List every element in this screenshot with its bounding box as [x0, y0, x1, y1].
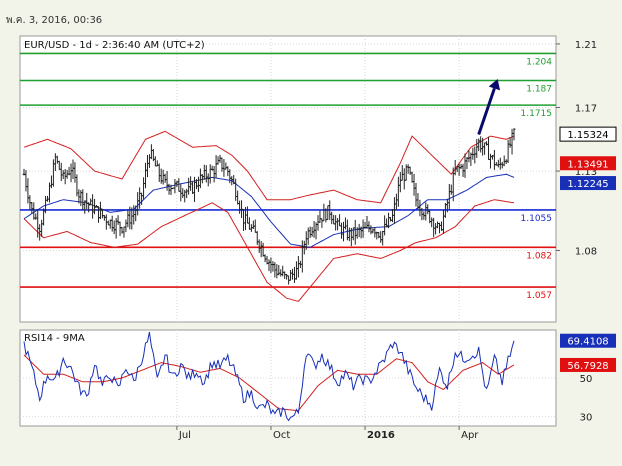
level-label: 1.187: [526, 84, 552, 94]
price-tag-label: 1.13491: [567, 159, 608, 170]
price-panel: [19, 35, 557, 323]
level-label: 1.204: [526, 57, 552, 67]
price-tick-label: 1.17: [575, 104, 597, 115]
level-label: 1.1715: [521, 109, 553, 119]
rsi-tag-label: 69.4108: [567, 337, 608, 348]
rsi-axis: 30 50 69.4108 56.7928: [560, 333, 616, 423]
price-tag-label: 1.15324: [567, 130, 608, 141]
price-tick-label: 1.21: [575, 40, 597, 51]
price-tag-label: 1.12245: [567, 179, 608, 190]
level-label: 1.1055: [521, 214, 553, 224]
price-chart-title: EUR/USD - 1d - 2:36:40 AM (UTC+2): [24, 40, 205, 51]
rsi-tick-label: 50: [580, 374, 593, 385]
level-label: 1.082: [526, 251, 552, 261]
rsi-chart-title: RSI14 - 9MA: [24, 333, 85, 344]
time-tick-label: Oct: [273, 430, 290, 441]
price-tick-label: 1.08: [575, 247, 597, 258]
time-axis: Jul Oct 2016 Apr: [176, 426, 479, 441]
time-tick-label: Jul: [178, 430, 191, 441]
rsi-tick-label: 30: [580, 412, 593, 423]
time-tick-label: Apr: [461, 430, 479, 441]
level-label: 1.057: [526, 291, 552, 301]
time-tick-label: 2016: [367, 430, 395, 441]
price-axis: 1.081.131.171.211.153241.134911.12245: [556, 40, 617, 258]
chart-canvas: 1.204 1.187 1.1715 1.1055 1.082 1.057 EUR/USD…: [19, 35, 617, 441]
rsi-tag-label: 56.7928: [567, 361, 608, 372]
